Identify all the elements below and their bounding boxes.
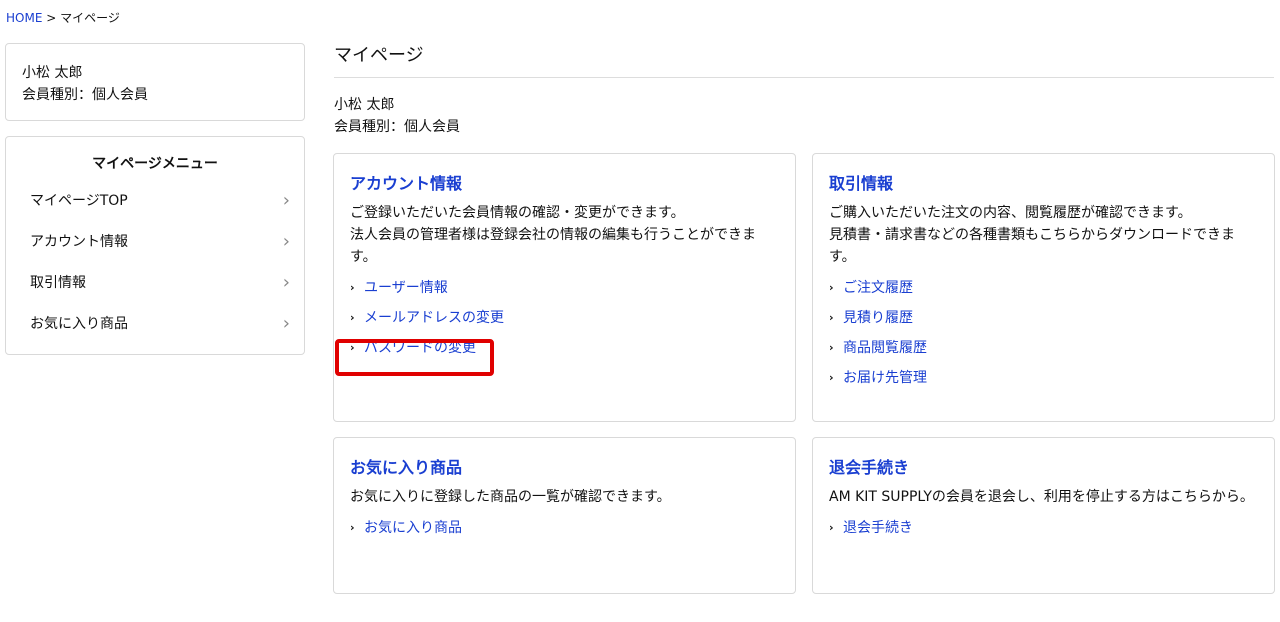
quote-history-link[interactable]: 見積り履歴 xyxy=(843,310,913,326)
chevron-right-icon: › xyxy=(282,231,290,252)
sidebar-item-mypage-top[interactable]: マイページTOP › xyxy=(6,191,304,232)
change-email-link[interactable]: メールアドレスの変更 xyxy=(364,310,504,326)
sidebar-item-label: アカウント情報 xyxy=(30,234,128,250)
sidebar-menu-list: マイページTOP › アカウント情報 › 取引情報 › お気に入り商品 › xyxy=(6,191,304,355)
trade-card-desc-1: ご購入いただいた注文の内容、閲覧履歴が確認できます。 xyxy=(829,205,1192,221)
browse-history-link[interactable]: 商品閲覧履歴 xyxy=(843,340,927,356)
resign-link[interactable]: 退会手続き xyxy=(843,520,913,536)
arrow-right-icon: › xyxy=(829,281,834,294)
list-item: › お届け先管理 xyxy=(829,368,1258,398)
sidebar-item-favorites[interactable]: お気に入り商品 › xyxy=(6,314,304,355)
arrow-right-icon: › xyxy=(829,521,834,534)
chevron-right-icon: › xyxy=(282,190,290,211)
list-item: › ユーザー情報 xyxy=(350,278,779,308)
arrow-right-icon: › xyxy=(350,341,355,354)
favorites-card-desc: お気に入りに登録した商品の一覧が確認できます。 xyxy=(350,489,671,505)
account-card-title: アカウント情報 xyxy=(350,174,463,193)
delivery-address-link[interactable]: お届け先管理 xyxy=(843,370,927,386)
sidebar-user-name: 小松 太郎 xyxy=(22,65,83,81)
main-member-type: 会員種別：個人会員 xyxy=(334,119,460,135)
list-item: › 商品閲覧履歴 xyxy=(829,338,1258,368)
breadcrumb-home-link[interactable]: HOME xyxy=(6,11,42,25)
page: HOME > マイページ 小松 太郎 会員種別：個人会員 マイページメニュー マ… xyxy=(0,0,1280,622)
trade-card-links: › ご注文履歴 › 見積り履歴 › 商品閲覧履歴 › お届け先管理 xyxy=(829,278,1258,398)
arrow-right-icon: › xyxy=(829,311,834,324)
arrow-right-icon: › xyxy=(350,311,355,324)
breadcrumb: HOME > マイページ xyxy=(6,10,120,26)
account-card-links: › ユーザー情報 › メールアドレスの変更 › パスワードの変更 xyxy=(350,278,779,368)
list-item: › 退会手続き xyxy=(829,518,1258,548)
list-item: › お気に入り商品 xyxy=(350,518,779,548)
account-info-card: アカウント情報 ご登録いただいた会員情報の確認・変更ができます。 法人会員の管理… xyxy=(333,153,796,422)
resign-card: 退会手続き AM KIT SUPPLYの会員を退会し、利用を停止する方はこちらか… xyxy=(812,437,1275,594)
resign-card-title: 退会手続き xyxy=(829,458,910,477)
sidebar-item-label: マイページTOP xyxy=(30,193,128,209)
account-card-desc-1: ご登録いただいた会員情報の確認・変更ができます。 xyxy=(350,205,685,221)
list-item: › 見積り履歴 xyxy=(829,308,1258,338)
resign-card-links: › 退会手続き xyxy=(829,518,1258,548)
breadcrumb-current: マイページ xyxy=(60,11,120,25)
change-password-link[interactable]: パスワードの変更 xyxy=(364,340,476,356)
main-user-name: 小松 太郎 xyxy=(334,97,395,113)
sidebar-member-type: 会員種別：個人会員 xyxy=(22,87,148,103)
arrow-right-icon: › xyxy=(350,521,355,534)
list-item: › メールアドレスの変更 xyxy=(350,308,779,338)
trade-card-desc-2: 見積書・請求書などの各種書類もこちらからダウンロードできます。 xyxy=(829,227,1235,265)
page-title: マイページ xyxy=(334,44,1274,78)
resign-card-desc: AM KIT SUPPLYの会員を退会し、利用を停止する方はこちらから。 xyxy=(829,489,1254,505)
sidebar-item-trade[interactable]: 取引情報 › xyxy=(6,273,304,314)
sidebar-profile-box: 小松 太郎 会員種別：個人会員 xyxy=(5,43,305,121)
chevron-right-icon: › xyxy=(282,272,290,293)
arrow-right-icon: › xyxy=(829,371,834,384)
favorites-card-links: › お気に入り商品 xyxy=(350,518,779,548)
list-item: › ご注文履歴 xyxy=(829,278,1258,308)
arrow-right-icon: › xyxy=(350,281,355,294)
user-info-link[interactable]: ユーザー情報 xyxy=(364,280,448,296)
order-history-link[interactable]: ご注文履歴 xyxy=(843,280,913,296)
list-item: › パスワードの変更 xyxy=(350,338,779,368)
main-user-info: 小松 太郎 会員種別：個人会員 xyxy=(334,94,460,138)
account-card-desc-2: 法人会員の管理者様は登録会社の情報の編集も行うことができます。 xyxy=(350,227,756,265)
trade-info-card: 取引情報 ご購入いただいた注文の内容、閲覧履歴が確認できます。 見積書・請求書な… xyxy=(812,153,1275,422)
favorites-link[interactable]: お気に入り商品 xyxy=(364,520,462,536)
breadcrumb-separator: > xyxy=(46,11,57,25)
chevron-right-icon: › xyxy=(282,313,290,334)
favorites-card: お気に入り商品 お気に入りに登録した商品の一覧が確認できます。 › お気に入り商… xyxy=(333,437,796,594)
arrow-right-icon: › xyxy=(829,341,834,354)
sidebar-item-label: 取引情報 xyxy=(30,275,86,291)
sidebar-item-account[interactable]: アカウント情報 › xyxy=(6,232,304,273)
trade-card-title: 取引情報 xyxy=(829,174,894,193)
sidebar-menu-title: マイページメニュー xyxy=(92,156,218,172)
favorites-card-title: お気に入り商品 xyxy=(350,458,463,477)
sidebar-menu: マイページメニュー マイページTOP › アカウント情報 › 取引情報 › お気… xyxy=(5,136,305,355)
sidebar-item-label: お気に入り商品 xyxy=(30,316,128,332)
